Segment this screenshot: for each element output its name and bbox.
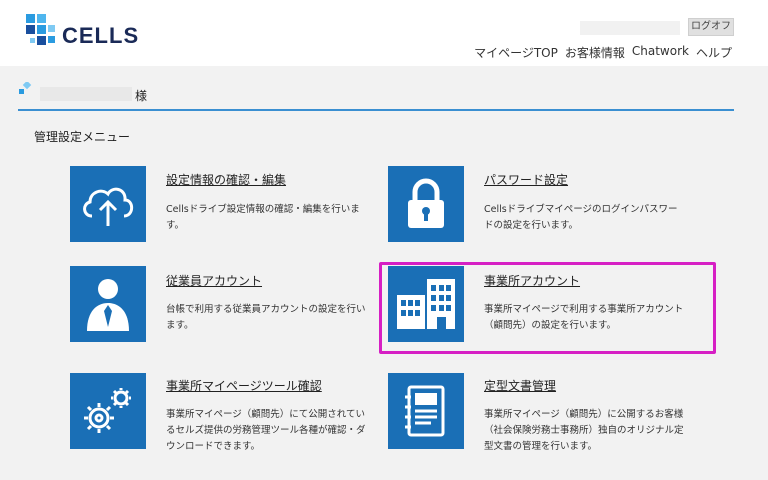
nav-customer-info[interactable]: お客様情報 [565,44,625,61]
office-tools-desc: 事業所マイページ（顧問先）にて公開されているセルズ提供の労務管理ツール各種が確認… [166,409,366,452]
employee-account-link[interactable]: 従業員アカウント [166,272,262,289]
nav-help[interactable]: ヘルプ [696,44,732,61]
user-name-redacted [580,21,680,35]
nav-chatwork[interactable]: Chatwork [632,44,689,61]
employee-icon[interactable] [70,266,146,342]
section-title: 管理設定メニュー [34,130,131,144]
document-template-link[interactable]: 定型文書管理 [484,377,556,394]
employee-account-desc: 台帳で利用する従業員アカウントの設定を行います。 [166,304,366,331]
logo-text: CELLS [62,23,140,48]
document-template-desc: 事業所マイページ（顧問先）に公開するお客様（社会保険労務士事務所）独自のオリジナ… [484,409,684,452]
header-divider [18,109,734,111]
main-content: 様 管理設定メニュー 設定情報の確認・編集 Cellsドライブ設定情報の確認・編… [0,66,768,480]
settings-info-link[interactable]: 設定情報の確認・編集 [166,171,286,188]
highlight-box [379,262,716,354]
top-nav: マイページTOP お客様情報 Chatwork ヘルプ [474,44,732,61]
password-settings-link[interactable]: パスワード設定 [484,171,568,188]
nav-mypage-top[interactable]: マイページTOP [474,44,558,61]
settings-info-desc: Cellsドライブ設定情報の確認・編集を行います。 [166,204,360,231]
breadcrumb-arrow-icon [19,82,32,94]
logout-button[interactable]: ログオフ [688,18,734,36]
office-tools-link[interactable]: 事業所マイページツール確認 [166,377,322,394]
honorific: 様 [135,89,148,103]
header: CELLS ログオフ マイページTOP お客様情報 Chatwork ヘルプ [0,0,768,66]
lock-icon[interactable] [388,166,464,242]
cells-logo-icon [26,14,55,45]
gears-icon[interactable] [70,373,146,449]
office-name-redacted [40,87,132,101]
cloud-upload-icon[interactable] [70,166,146,242]
cells-logo[interactable]: CELLS [24,12,154,52]
document-icon[interactable] [388,373,464,449]
password-settings-desc: Cellsドライブマイページのログインパスワードの設定を行います。 [484,204,678,231]
